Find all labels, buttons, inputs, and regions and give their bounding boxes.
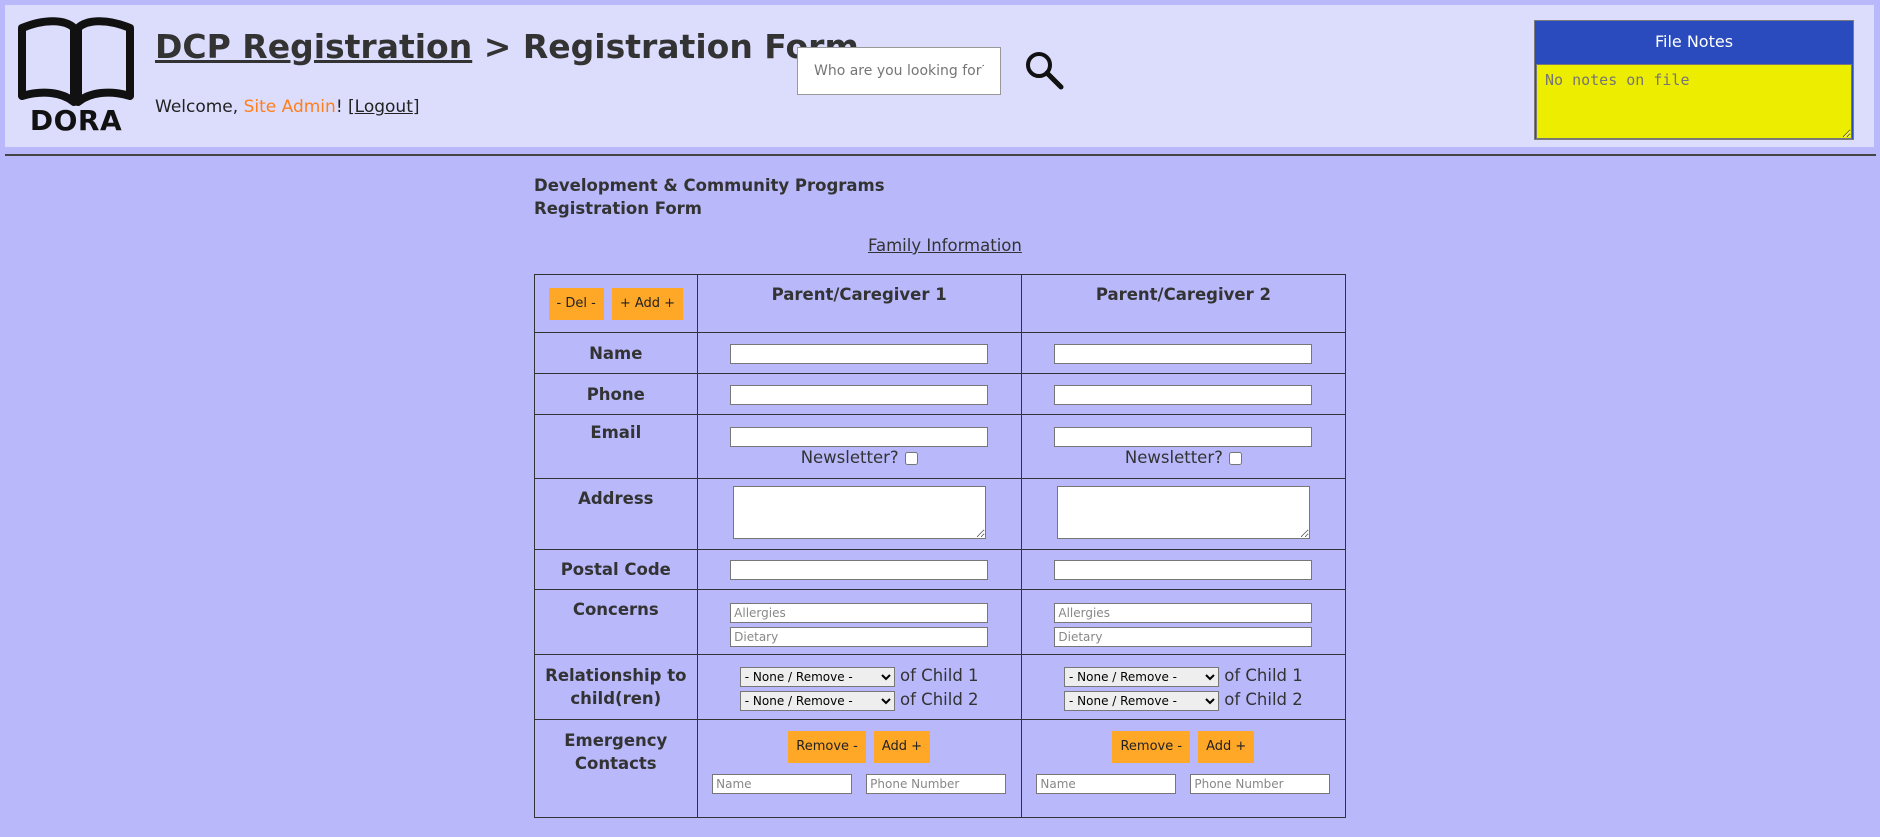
- table-row-emergency-contacts: Emergency Contacts Remove -Add + Remove …: [534, 719, 1347, 818]
- table-row-address: Address: [534, 478, 1347, 550]
- caregiver-2-postal-code-input[interactable]: [1054, 560, 1313, 580]
- page-title: DCP Registration > Registration Form: [155, 27, 859, 66]
- caregiver-2-remove-contact-button[interactable]: Remove -: [1112, 731, 1191, 763]
- caregiver-1-email-input[interactable]: [730, 427, 989, 447]
- table-row-phone: Phone: [534, 373, 1347, 415]
- welcome-message: Welcome, Site Admin! [Logout]: [155, 97, 420, 117]
- table-row-postal-code: Postal Code: [534, 549, 1347, 590]
- welcome-mid: ! [: [335, 97, 355, 117]
- open-book-icon: [18, 17, 134, 106]
- caregiver-1-phone-input[interactable]: [730, 384, 989, 405]
- caregiver-1-address-textarea[interactable]: [732, 486, 986, 539]
- row-label-relationship: Relationship to child(ren): [534, 654, 698, 720]
- row-label-name: Name: [534, 332, 698, 374]
- caregiver-1-name-input[interactable]: [730, 343, 989, 364]
- caregiver-2-contact-phone-input[interactable]: [1190, 774, 1331, 794]
- breadcrumb-separator: >: [472, 27, 523, 66]
- caregiver-1-allergies-input[interactable]: [730, 603, 989, 623]
- row-label-postal-code: Postal Code: [534, 549, 698, 590]
- caregiver-2-of-child-2-label: of Child 2: [1224, 690, 1303, 709]
- table-actions-cell: - Del - + Add +: [534, 274, 698, 333]
- caregiver-1-of-child-1-label: of Child 1: [900, 666, 979, 685]
- caregiver-1-add-contact-button[interactable]: Add +: [873, 731, 931, 763]
- caregiver-2-dietary-input[interactable]: [1054, 627, 1313, 647]
- table-row-concerns: Concerns: [534, 589, 1347, 655]
- caregiver-2-newsletter-checkbox[interactable]: [1228, 452, 1242, 465]
- column-header-caregiver-1: Parent/Caregiver 1: [696, 274, 1022, 333]
- caregiver-2-email-input[interactable]: [1054, 427, 1313, 447]
- column-header-caregiver-2: Parent/Caregiver 2: [1020, 274, 1347, 333]
- del-caregiver-button[interactable]: - Del -: [548, 287, 604, 320]
- table-row-relationship: Relationship to child(ren) - None / Remo…: [534, 654, 1347, 720]
- breadcrumb-link-dcp-registration[interactable]: DCP Registration: [155, 27, 472, 66]
- caregiver-2-contact-name-input[interactable]: [1036, 774, 1177, 794]
- caregiver-1-remove-contact-button[interactable]: Remove -: [788, 731, 866, 763]
- header-divider: [5, 154, 1876, 156]
- file-notes-textarea[interactable]: [1536, 64, 1852, 139]
- file-notes-panel: File Notes: [1534, 20, 1854, 140]
- section-title-family-information: Family Information: [868, 236, 1022, 255]
- search-button[interactable]: [1024, 50, 1064, 90]
- caregiver-2-allergies-input[interactable]: [1054, 603, 1313, 623]
- caregiver-1-contact-phone-input[interactable]: [866, 774, 1007, 794]
- form-name: Registration Form: [534, 199, 702, 218]
- caregiver-2-name-input[interactable]: [1054, 343, 1313, 364]
- caregiver-2-add-contact-button[interactable]: Add +: [1198, 731, 1255, 763]
- caregiver-1-postal-code-input[interactable]: [730, 560, 989, 580]
- table-row-name: Name: [534, 332, 1347, 374]
- caregiver-2-child-2-relationship-select[interactable]: - None / Remove -: [1064, 691, 1219, 711]
- row-label-emergency-contacts: Emergency Contacts: [534, 719, 698, 818]
- caregiver-2-newsletter-label: Newsletter?: [1124, 448, 1223, 467]
- row-label-email: Email: [534, 414, 698, 479]
- row-label-concerns: Concerns: [534, 589, 698, 655]
- dora-logo[interactable]: DORA: [16, 16, 136, 140]
- caregiver-2-phone-input[interactable]: [1054, 384, 1313, 405]
- file-notes-title: File Notes: [1654, 32, 1734, 51]
- form-heading: Development & Community Programs Registr…: [534, 174, 885, 220]
- welcome-suffix: ]: [412, 97, 420, 117]
- caregiver-1-contact-name-input[interactable]: [712, 774, 853, 794]
- caregiver-1-child-2-relationship-select[interactable]: - None / Remove -: [739, 691, 895, 711]
- caregiver-2-child-1-relationship-select[interactable]: - None / Remove -: [1064, 667, 1219, 687]
- logout-link[interactable]: Logout: [355, 97, 413, 117]
- table-row-email: Email Newsletter? Newsletter?: [534, 414, 1347, 479]
- caregiver-1-newsletter-label: Newsletter?: [800, 448, 899, 467]
- search-input[interactable]: [797, 47, 1001, 95]
- search-icon: [1026, 52, 1064, 90]
- caregiver-1-dietary-input[interactable]: [730, 627, 989, 647]
- logo-text: DORA: [29, 104, 123, 137]
- row-label-phone: Phone: [534, 373, 698, 415]
- caregiver-1-newsletter-checkbox[interactable]: [904, 452, 918, 465]
- caregiver-1-of-child-2-label: of Child 2: [900, 690, 979, 709]
- row-label-address: Address: [534, 478, 698, 550]
- org-name: Development & Community Programs: [534, 176, 885, 195]
- caregiver-1-child-1-relationship-select[interactable]: - None / Remove -: [739, 667, 895, 687]
- caregiver-2-address-textarea[interactable]: [1056, 486, 1310, 539]
- family-information-table: - Del - + Add + Parent/Caregiver 1 Parent…: [534, 274, 1347, 818]
- add-caregiver-button[interactable]: + Add +: [611, 287, 684, 320]
- table-header-row: - Del - + Add + Parent/Caregiver 1 Parent…: [534, 274, 1347, 333]
- welcome-prefix: Welcome,: [155, 97, 244, 117]
- user-name-link[interactable]: Site Admin: [244, 97, 336, 117]
- caregiver-2-of-child-1-label: of Child 1: [1224, 666, 1303, 685]
